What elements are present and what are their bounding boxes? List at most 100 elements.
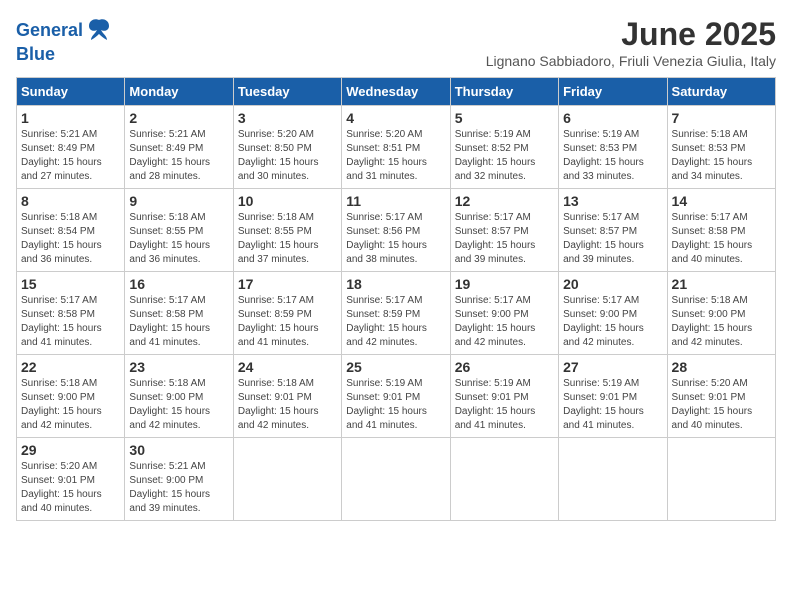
day-number: 5	[455, 110, 554, 126]
calendar-cell	[450, 438, 558, 521]
calendar-cell	[559, 438, 667, 521]
calendar-cell: 18 Sunrise: 5:17 AM Sunset: 8:59 PM Dayli…	[342, 272, 450, 355]
day-info: Sunrise: 5:17 AM Sunset: 8:58 PM Dayligh…	[21, 294, 120, 350]
calendar-cell: 14 Sunrise: 5:17 AM Sunset: 8:58 PM Dayli…	[667, 189, 775, 272]
day-info: Sunrise: 5:17 AM Sunset: 8:57 PM Dayligh…	[455, 211, 554, 267]
day-info: Sunrise: 5:21 AM Sunset: 8:49 PM Dayligh…	[129, 128, 228, 184]
day-number: 18	[346, 276, 445, 292]
day-info: Sunrise: 5:17 AM Sunset: 8:59 PM Dayligh…	[238, 294, 337, 350]
day-number: 15	[21, 276, 120, 292]
day-number: 14	[672, 193, 771, 209]
day-info: Sunrise: 5:17 AM Sunset: 8:58 PM Dayligh…	[672, 211, 771, 267]
calendar-cell: 19Sunrise: 5:17 AM Sunset: 9:00 PM Dayli…	[450, 272, 558, 355]
weekday-header-friday: Friday	[559, 78, 667, 106]
day-number: 11	[346, 193, 445, 209]
calendar-cell: 10 Sunrise: 5:18 AM Sunset: 8:55 PM Dayli…	[233, 189, 341, 272]
day-info: Sunrise: 5:17 AM Sunset: 9:00 PM Dayligh…	[455, 294, 554, 350]
day-number: 17	[238, 276, 337, 292]
day-number: 24	[238, 359, 337, 375]
day-number: 2	[129, 110, 228, 126]
calendar-cell: 7Sunrise: 5:18 AM Sunset: 8:53 PM Daylig…	[667, 106, 775, 189]
day-number: 1	[21, 110, 120, 126]
calendar-cell: 5 Sunrise: 5:19 AM Sunset: 8:52 PM Daylig…	[450, 106, 558, 189]
day-info: Sunrise: 5:17 AM Sunset: 8:59 PM Dayligh…	[346, 294, 445, 350]
calendar-week-row: 15 Sunrise: 5:17 AM Sunset: 8:58 PM Dayli…	[17, 272, 776, 355]
day-number: 28	[672, 359, 771, 375]
day-info: Sunrise: 5:18 AM Sunset: 9:00 PM Dayligh…	[672, 294, 771, 350]
day-number: 9	[129, 193, 228, 209]
day-number: 12	[455, 193, 554, 209]
weekday-header-wednesday: Wednesday	[342, 78, 450, 106]
calendar-week-row: 8 Sunrise: 5:18 AM Sunset: 8:54 PM Daylig…	[17, 189, 776, 272]
day-info: Sunrise: 5:18 AM Sunset: 8:54 PM Dayligh…	[21, 211, 120, 267]
calendar-cell: 11Sunrise: 5:17 AM Sunset: 8:56 PM Dayli…	[342, 189, 450, 272]
day-info: Sunrise: 5:20 AM Sunset: 8:50 PM Dayligh…	[238, 128, 337, 184]
calendar-table: SundayMondayTuesdayWednesdayThursdayFrid…	[16, 77, 776, 521]
day-info: Sunrise: 5:21 AM Sunset: 9:00 PM Dayligh…	[129, 460, 228, 516]
calendar-cell: 24 Sunrise: 5:18 AM Sunset: 9:01 PM Dayli…	[233, 355, 341, 438]
calendar-cell: 6 Sunrise: 5:19 AM Sunset: 8:53 PM Daylig…	[559, 106, 667, 189]
calendar-cell: 8 Sunrise: 5:18 AM Sunset: 8:54 PM Daylig…	[17, 189, 125, 272]
logo-text-blue: Blue	[16, 44, 55, 65]
calendar-cell: 2 Sunrise: 5:21 AM Sunset: 8:49 PM Daylig…	[125, 106, 233, 189]
day-number: 30	[129, 442, 228, 458]
day-number: 10	[238, 193, 337, 209]
calendar-cell: 29 Sunrise: 5:20 AM Sunset: 9:01 PM Dayli…	[17, 438, 125, 521]
day-number: 20	[563, 276, 662, 292]
calendar-cell	[233, 438, 341, 521]
day-info: Sunrise: 5:19 AM Sunset: 8:53 PM Dayligh…	[563, 128, 662, 184]
calendar-cell: 21 Sunrise: 5:18 AM Sunset: 9:00 PM Dayli…	[667, 272, 775, 355]
month-title: June 2025	[486, 16, 776, 53]
day-number: 8	[21, 193, 120, 209]
calendar-cell: 22 Sunrise: 5:18 AM Sunset: 9:00 PM Dayli…	[17, 355, 125, 438]
calendar-cell: 30 Sunrise: 5:21 AM Sunset: 9:00 PM Dayli…	[125, 438, 233, 521]
calendar-cell: 23Sunrise: 5:18 AM Sunset: 9:00 PM Dayli…	[125, 355, 233, 438]
day-info: Sunrise: 5:20 AM Sunset: 8:51 PM Dayligh…	[346, 128, 445, 184]
calendar-cell: 3 Sunrise: 5:20 AM Sunset: 8:50 PM Daylig…	[233, 106, 341, 189]
calendar-cell: 26Sunrise: 5:19 AM Sunset: 9:01 PM Dayli…	[450, 355, 558, 438]
calendar-header-row: SundayMondayTuesdayWednesdayThursdayFrid…	[17, 78, 776, 106]
location-title: Lignano Sabbiadoro, Friuli Venezia Giuli…	[486, 53, 776, 69]
day-info: Sunrise: 5:18 AM Sunset: 9:00 PM Dayligh…	[21, 377, 120, 433]
day-number: 16	[129, 276, 228, 292]
logo-bird-icon	[85, 16, 113, 44]
logo: General Blue	[16, 16, 113, 65]
page-header: General Blue June 2025 Lignano Sabbiador…	[16, 16, 776, 69]
day-info: Sunrise: 5:17 AM Sunset: 8:57 PM Dayligh…	[563, 211, 662, 267]
day-info: Sunrise: 5:21 AM Sunset: 8:49 PM Dayligh…	[21, 128, 120, 184]
day-number: 29	[21, 442, 120, 458]
calendar-cell: 9 Sunrise: 5:18 AM Sunset: 8:55 PM Daylig…	[125, 189, 233, 272]
day-info: Sunrise: 5:20 AM Sunset: 9:01 PM Dayligh…	[672, 377, 771, 433]
day-number: 22	[21, 359, 120, 375]
calendar-week-row: 29 Sunrise: 5:20 AM Sunset: 9:01 PM Dayli…	[17, 438, 776, 521]
calendar-cell: 1 Sunrise: 5:21 AM Sunset: 8:49 PM Daylig…	[17, 106, 125, 189]
calendar-cell: 12 Sunrise: 5:17 AM Sunset: 8:57 PM Dayli…	[450, 189, 558, 272]
day-number: 26	[455, 359, 554, 375]
calendar-cell: 25 Sunrise: 5:19 AM Sunset: 9:01 PM Dayli…	[342, 355, 450, 438]
day-info: Sunrise: 5:18 AM Sunset: 8:55 PM Dayligh…	[129, 211, 228, 267]
day-info: Sunrise: 5:17 AM Sunset: 9:00 PM Dayligh…	[563, 294, 662, 350]
calendar-cell: 16 Sunrise: 5:17 AM Sunset: 8:58 PM Dayli…	[125, 272, 233, 355]
day-number: 4	[346, 110, 445, 126]
calendar-cell: 4 Sunrise: 5:20 AM Sunset: 8:51 PM Daylig…	[342, 106, 450, 189]
day-number: 23	[129, 359, 228, 375]
day-info: Sunrise: 5:18 AM Sunset: 8:55 PM Dayligh…	[238, 211, 337, 267]
calendar-week-row: 22 Sunrise: 5:18 AM Sunset: 9:00 PM Dayli…	[17, 355, 776, 438]
day-info: Sunrise: 5:19 AM Sunset: 9:01 PM Dayligh…	[346, 377, 445, 433]
day-info: Sunrise: 5:17 AM Sunset: 8:58 PM Dayligh…	[129, 294, 228, 350]
day-info: Sunrise: 5:20 AM Sunset: 9:01 PM Dayligh…	[21, 460, 120, 516]
day-info: Sunrise: 5:18 AM Sunset: 9:01 PM Dayligh…	[238, 377, 337, 433]
weekday-header-saturday: Saturday	[667, 78, 775, 106]
calendar-cell: 15 Sunrise: 5:17 AM Sunset: 8:58 PM Dayli…	[17, 272, 125, 355]
day-number: 3	[238, 110, 337, 126]
calendar-cell: 20 Sunrise: 5:17 AM Sunset: 9:00 PM Dayli…	[559, 272, 667, 355]
calendar-cell	[667, 438, 775, 521]
calendar-cell: 27Sunrise: 5:19 AM Sunset: 9:01 PM Dayli…	[559, 355, 667, 438]
weekday-header-monday: Monday	[125, 78, 233, 106]
day-info: Sunrise: 5:19 AM Sunset: 9:01 PM Dayligh…	[563, 377, 662, 433]
day-number: 21	[672, 276, 771, 292]
day-info: Sunrise: 5:19 AM Sunset: 8:52 PM Dayligh…	[455, 128, 554, 184]
day-number: 6	[563, 110, 662, 126]
day-number: 25	[346, 359, 445, 375]
logo-text-general: General	[16, 20, 83, 41]
